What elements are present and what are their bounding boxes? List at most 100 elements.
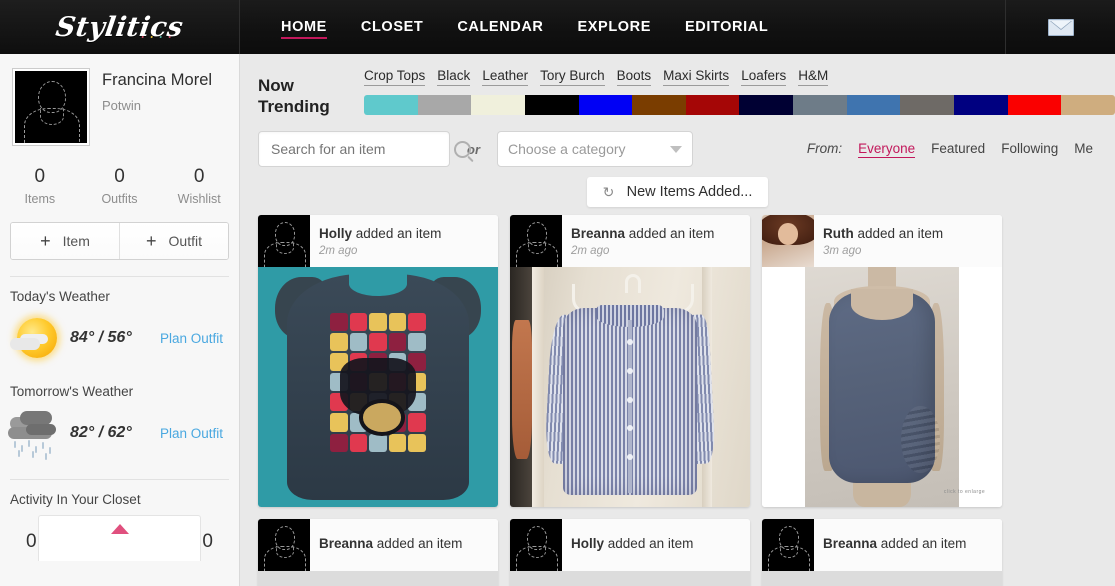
add-outfit-button[interactable]: + Outfit [119,223,228,259]
tee-graphic-cell [349,312,368,331]
default-silhouette-avatar-icon [15,71,87,143]
feed-card-action: added an item [355,226,442,241]
feed-card-text: Breanna added an item 2m ago [562,225,714,257]
from-option-me[interactable]: Me [1074,141,1093,156]
nav-item-explore[interactable]: EXPLORE [561,0,669,54]
trending-swatch-5[interactable] [632,95,686,115]
avatar[interactable] [510,519,562,571]
avatar[interactable] [12,68,90,146]
todays-weather-title: Today's Weather [10,289,110,304]
trending-tag-crop-tops[interactable]: Crop Tops [364,68,426,86]
feed-card-image[interactable] [510,267,750,507]
todays-weather-row: 84° / 56° Plan Outfit [0,304,239,366]
refresh-icon: ↻ [602,184,615,200]
trending-swatch-11[interactable] [954,95,1008,115]
stat-wishlist-value: 0 [193,166,205,187]
search-icon[interactable] [454,140,471,158]
from-option-featured[interactable]: Featured [931,141,985,156]
avatar[interactable] [762,519,814,571]
default-silhouette-avatar-icon [258,215,310,267]
filter-bar: or Choose a category From: Everyone Feat… [240,117,1115,167]
category-select[interactable]: Choose a category [497,131,693,167]
stat-items[interactable]: 0 Items [0,166,80,206]
feed-card[interactable]: Holly added an item 2m ago [258,215,498,507]
search-input[interactable] [269,140,454,158]
feed-card[interactable]: Breanna added an item [258,519,498,586]
feed-card-time: 2m ago [571,245,610,257]
feed-card[interactable]: Ruth added an item 3m ago click to enlar… [762,215,1002,507]
trending-swatch-10[interactable] [900,95,955,115]
envelope-icon[interactable] [1047,18,1074,36]
feed-card[interactable]: Holly added an item [510,519,750,586]
feed-card-text: Ruth added an item 3m ago [814,225,943,257]
profile-stats: 0 Items 0 Outfits 0 Wishlist [0,152,239,216]
trending-swatch-12[interactable] [1007,95,1062,115]
main-nav: HOME CLOSET CALENDAR EXPLORE EDITORIAL [240,0,1005,54]
feed-card-image[interactable]: click to enlarge [762,267,1002,507]
profile-name: Francina Morel [102,71,213,89]
avatar[interactable] [510,215,562,267]
trending-swatch-13[interactable] [1061,95,1115,115]
avatar[interactable] [258,519,310,571]
trending-tag-boots[interactable]: Boots [616,68,652,86]
feed-card-text: Breanna added an item [310,535,462,555]
activity-feed: Holly added an item 2m ago Breanna added… [240,207,1115,586]
feed-card-header: Ruth added an item 3m ago [762,215,1002,267]
plan-outfit-tomorrow-button[interactable]: Plan Outfit [160,426,229,441]
activity-title: Activity In Your Closet [10,492,141,507]
trending-tag-leather[interactable]: Leather [482,68,529,86]
trending-swatch-0[interactable] [364,95,418,115]
stat-wishlist[interactable]: 0 Wishlist [159,166,239,206]
search-field[interactable] [258,131,471,167]
feed-card-image[interactable] [762,571,1002,586]
trending-swatch-4[interactable] [578,95,633,115]
trending-tag-tory-burch[interactable]: Tory Burch [540,68,605,86]
trending-swatch-6[interactable] [685,95,740,115]
new-items-added-label: New Items Added... [626,184,753,200]
nav-item-closet[interactable]: CLOSET [344,0,440,54]
avatar[interactable] [258,215,310,267]
nav-item-editorial[interactable]: EDITORIAL [668,0,785,54]
trending-swatch-8[interactable] [793,95,847,115]
nav-item-calendar[interactable]: CALENDAR [440,0,560,54]
tee-graphic-cell [330,413,348,432]
trending-tag-maxi-skirts[interactable]: Maxi Skirts [663,68,730,86]
feed-card-header: Breanna added an item [258,519,498,571]
trending-swatch-2[interactable] [471,95,525,115]
messages-area[interactable] [1005,0,1115,54]
trending-tag-hm[interactable]: H&M [798,68,829,86]
nav-item-home[interactable]: HOME [264,0,344,54]
from-option-following[interactable]: Following [1001,141,1058,156]
avatar[interactable] [762,215,814,267]
stat-wishlist-label: Wishlist [177,192,221,206]
default-silhouette-avatar-icon [762,519,814,571]
new-items-added-button[interactable]: ↻ New Items Added... [586,177,769,207]
feed-card-image[interactable] [258,267,498,507]
main-content: Now Trending Crop Tops Black Leather Tor… [240,54,1115,586]
trending-swatch-7[interactable] [739,95,794,115]
from-option-everyone[interactable]: Everyone [858,141,916,158]
tomorrows-weather-temps: 82° / 62° [70,424,132,441]
trending-swatch-9[interactable] [846,95,901,115]
from-label: From: [806,140,843,156]
feed-card-image[interactable] [258,571,498,586]
feed-card-text: Holly added an item [562,535,693,555]
feed-card-who: Holly added an item [319,225,441,242]
feed-card-user: Ruth [823,226,854,241]
feed-card-image[interactable] [510,571,750,586]
image-watermark: click to enlarge [943,489,986,495]
feed-card[interactable]: Breanna added an item 2m ago [510,215,750,507]
trending-tag-loafers[interactable]: Loafers [741,68,787,86]
add-item-button[interactable]: + Item [11,223,119,259]
trending-swatch-3[interactable] [524,95,579,115]
rain-cloud-icon [6,405,68,461]
plus-icon: + [40,231,51,251]
feed-card[interactable]: Breanna added an item [762,519,1002,586]
feed-card-action: added an item [857,226,944,241]
chevron-down-icon [670,145,682,153]
trending-tag-black[interactable]: Black [437,68,471,86]
brand-logo-area[interactable]: Stylitics [0,0,240,54]
stat-outfits[interactable]: 0 Outfits [80,166,160,206]
trending-swatch-1[interactable] [417,95,472,115]
plan-outfit-today-button[interactable]: Plan Outfit [160,331,229,346]
